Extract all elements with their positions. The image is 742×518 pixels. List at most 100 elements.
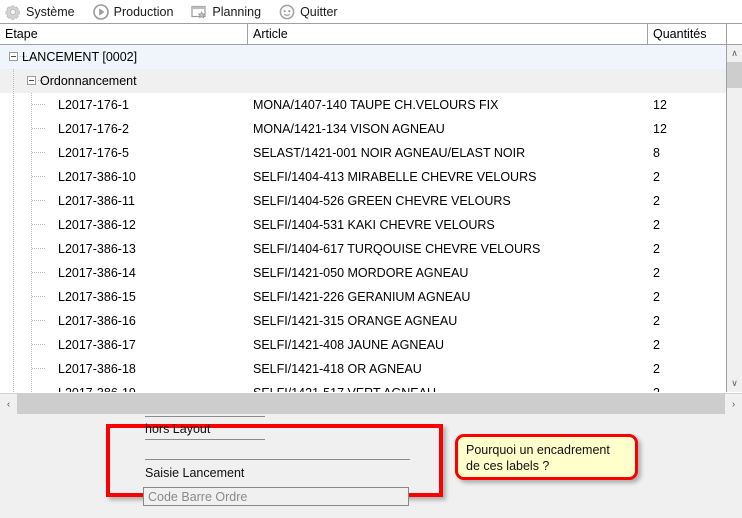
- cell-quantite: 2: [653, 194, 660, 208]
- tree-connector: [32, 128, 45, 129]
- cell-article: SELFI/1421-517 VERT AGNEAU: [253, 381, 436, 392]
- annotation-callout: Pourquoi un encadrement de ces labels ?: [455, 434, 638, 480]
- table-row[interactable]: L2017-386-18 SELFI/1421-418 OR AGNEAU 2: [0, 357, 726, 381]
- column-header-quantites[interactable]: Quantités: [648, 24, 727, 44]
- tree-connector: [32, 296, 45, 297]
- toolbar-label-quitter: Quitter: [300, 4, 338, 19]
- cell-etape: L2017-386-13: [58, 242, 136, 256]
- cell-quantite: 2: [653, 290, 660, 304]
- tree-guide-line: [31, 261, 32, 285]
- cell-article: SELFI/1404-526 GREEN CHEVRE VELOURS: [253, 194, 511, 208]
- cell-etape: L2017-386-17: [58, 338, 136, 352]
- cell-quantite: 2: [653, 362, 660, 376]
- hors-layout-label: hors Layout: [145, 422, 211, 436]
- table-row[interactable]: L2017-176-5 SELAST/1421-001 NOIR AGNEAU/E…: [0, 141, 726, 165]
- grid-header-row: Etape Article Quantités: [0, 23, 742, 45]
- table-row[interactable]: L2017-176-1 MONA/1407-140 TAUPE CH.VELOUR…: [0, 93, 726, 117]
- cell-etape: L2017-386-10: [58, 170, 136, 184]
- saisie-lancement-label: Saisie Lancement: [145, 466, 245, 480]
- column-header-etape[interactable]: Etape: [0, 24, 248, 44]
- tree-guide-line: [13, 333, 14, 357]
- cell-quantite: 2: [653, 218, 660, 232]
- scroll-left-arrow-icon[interactable]: ‹: [0, 394, 17, 414]
- cell-article: SELFI/1421-408 JAUNE AGNEAU: [253, 338, 445, 352]
- table-row[interactable]: L2017-386-19 SELFI/1421-517 VERT AGNEAU 2: [0, 381, 726, 392]
- cell-article: MONA/1407-140 TAUPE CH.VELOURS FIX: [253, 98, 499, 112]
- window-star-icon: [191, 4, 207, 20]
- hors-layout-underline: [145, 439, 265, 440]
- scroll-up-arrow-icon[interactable]: ∧: [727, 45, 742, 62]
- column-header-article[interactable]: Article: [248, 24, 648, 44]
- cell-quantite: 2: [653, 266, 660, 280]
- play-circle-icon: [92, 3, 109, 20]
- scroll-down-arrow-icon[interactable]: ∨: [727, 375, 742, 392]
- exit-circle-icon: [279, 4, 295, 20]
- code-barre-ordre-input[interactable]: [143, 487, 409, 506]
- table-row[interactable]: L2017-386-10 SELFI/1404-413 MIRABELLE CHE…: [0, 165, 726, 189]
- tree-guide-line: [13, 189, 14, 213]
- grid-vertical-scrollbar[interactable]: ∧ ∨: [727, 45, 742, 392]
- tree-guide-line: [31, 285, 32, 309]
- tree-guide-line: [31, 213, 32, 237]
- horizontal-scroll-thumb[interactable]: [17, 394, 725, 414]
- tree-guide-line: [31, 117, 32, 141]
- tree-guide-line: [13, 237, 14, 261]
- toolbar-item-planning[interactable]: Planning: [191, 2, 261, 22]
- cell-article: SELFI/1404-413 MIRABELLE CHEVRE VELOURS: [253, 170, 537, 184]
- tree-connector: [32, 104, 45, 105]
- tree-guide-line: [31, 237, 32, 261]
- toolbar-label-planning: Planning: [212, 4, 262, 19]
- toolbar-item-production[interactable]: Production: [92, 2, 174, 22]
- tree-guide-line: [13, 165, 14, 189]
- table-row[interactable]: L2017-386-17 SELFI/1421-408 JAUNE AGNEAU 2: [0, 333, 726, 357]
- tree-guide-line: [31, 333, 32, 357]
- tree-guide-line: [13, 381, 14, 392]
- tree-guide-line: [13, 357, 14, 381]
- cell-etape: L2017-386-12: [58, 218, 136, 232]
- tree-guide-line: [13, 69, 14, 93]
- cell-quantite: 2: [653, 314, 660, 328]
- table-row[interactable]: L2017-386-13 SELFI/1404-617 TURQOUISE CHE…: [0, 237, 726, 261]
- cell-etape: L2017-386-14: [58, 266, 136, 280]
- tree-expander-collapse-icon[interactable]: [27, 76, 36, 85]
- toolbar-label-systeme: Système: [26, 4, 75, 19]
- toolbar-item-systeme[interactable]: Système: [5, 2, 75, 22]
- table-row[interactable]: L2017-386-11 SELFI/1404-526 GREEN CHEVRE …: [0, 189, 726, 213]
- cell-article: SELFI/1404-531 KAKI CHEVRE VELOURS: [253, 218, 495, 232]
- cell-article: SELFI/1421-418 OR AGNEAU: [253, 362, 422, 376]
- cell-quantite: 12: [653, 122, 667, 136]
- scroll-right-arrow-icon[interactable]: ›: [725, 394, 742, 414]
- toolbar-item-quitter[interactable]: Quitter: [279, 2, 338, 22]
- table-row[interactable]: L2017-176-2 MONA/1421-134 VISON AGNEAU 12: [0, 117, 726, 141]
- tree-guide-line: [31, 93, 32, 117]
- table-row[interactable]: L2017-386-15 SELFI/1421-226 GERANIUM AGNE…: [0, 285, 726, 309]
- tree-guide-line: [13, 93, 14, 117]
- tree-guide-line: [31, 165, 32, 189]
- tree-guide-line: [13, 261, 14, 285]
- tree-guide-line: [31, 141, 32, 165]
- vertical-scroll-thumb[interactable]: [727, 62, 742, 88]
- cell-quantite: 2: [653, 242, 660, 256]
- tree-connector: [32, 200, 45, 201]
- table-row[interactable]: L2017-386-12 SELFI/1404-531 KAKI CHEVRE V…: [0, 213, 726, 237]
- cell-quantite: 2: [653, 338, 660, 352]
- toolbar-label-production: Production: [113, 4, 174, 19]
- grid-horizontal-scrollbar[interactable]: ‹ ›: [0, 393, 742, 414]
- hors-layout-top-rule: [145, 416, 265, 417]
- cell-etape: LANCEMENT [0002]: [22, 50, 138, 64]
- table-row[interactable]: L2017-386-16 SELFI/1421-315 ORANGE AGNEAU…: [0, 309, 726, 333]
- table-row[interactable]: LANCEMENT [0002]: [0, 45, 726, 69]
- tree-guide-line: [13, 141, 14, 165]
- tree-guide-line: [13, 213, 14, 237]
- table-row[interactable]: L2017-386-14 SELFI/1421-050 MORDORE AGNEA…: [0, 261, 726, 285]
- grid-body[interactable]: LANCEMENT [0002] Ordonnancement L2017-176-…: [0, 45, 727, 392]
- tree-connector: [32, 344, 45, 345]
- tree-guide-line: [31, 189, 32, 213]
- tree-expander-collapse-icon[interactable]: [9, 52, 18, 61]
- tree-connector: [32, 272, 45, 273]
- saisie-lancement-top-rule: [145, 459, 410, 460]
- tree-guide-line: [31, 381, 32, 392]
- table-row[interactable]: Ordonnancement: [0, 69, 726, 93]
- tree-guide-line: [31, 309, 32, 333]
- annotation-callout-text: Pourquoi un encadrement de ces labels ?: [466, 443, 610, 473]
